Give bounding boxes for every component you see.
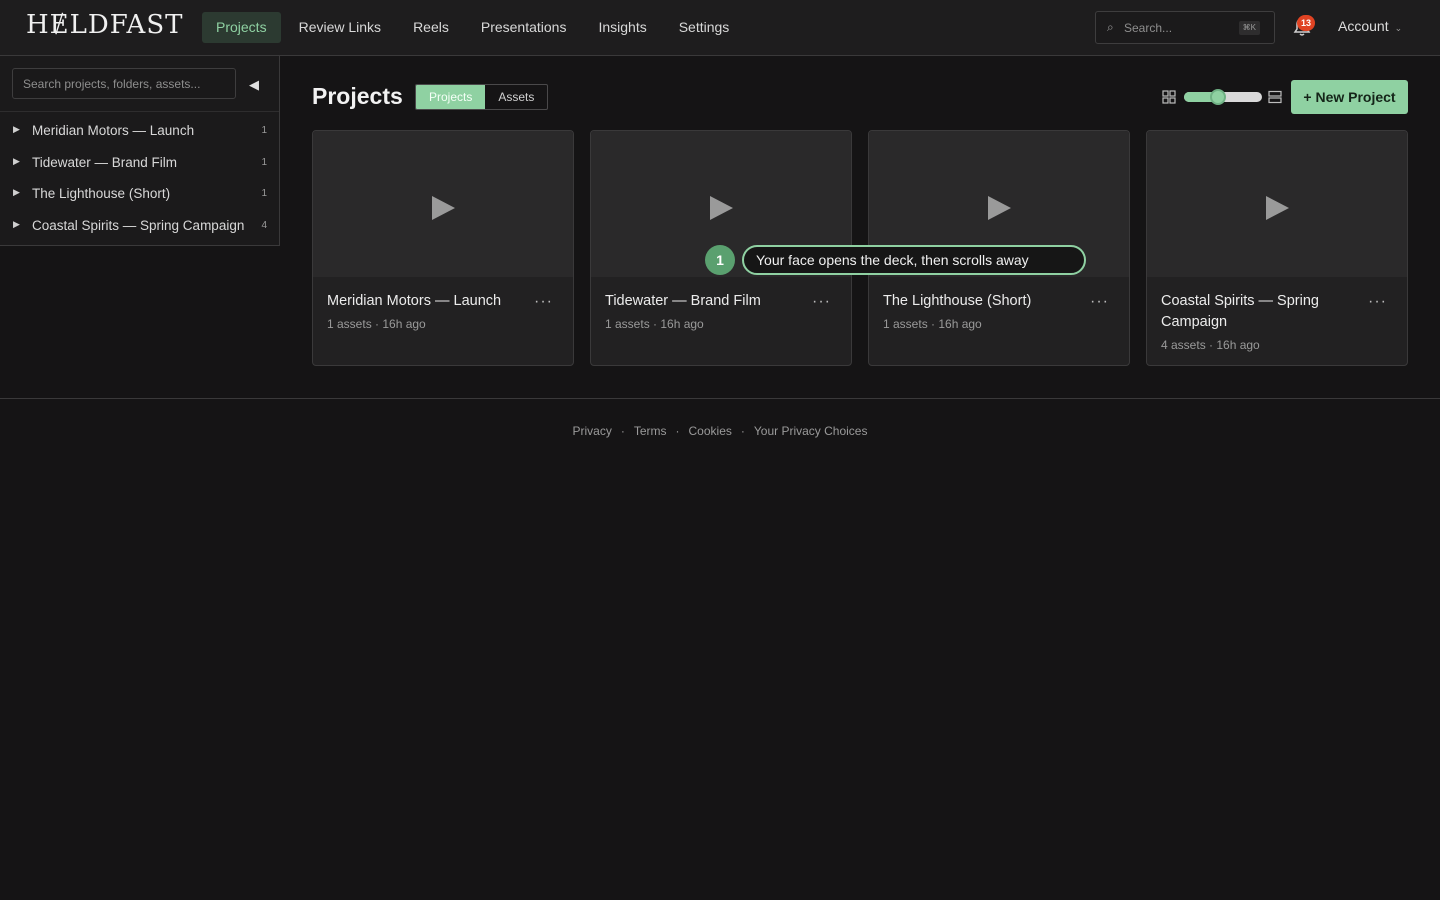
page-title: Projects <box>312 83 403 109</box>
thumbnail-size-slider[interactable] <box>1184 89 1262 105</box>
sidebar: ◀ ▶ Meridian Motors — Launch 1 ▶ Tidewat… <box>0 56 280 246</box>
project-title: Tidewater — Brand Film <box>605 293 761 309</box>
list-view-icon[interactable] <box>1268 90 1282 104</box>
nav-reels[interactable]: Reels <box>399 12 463 43</box>
view-toggle: Projects Assets <box>415 84 549 110</box>
slider-handle[interactable] <box>1210 89 1227 105</box>
main-nav: Projects Review Links Reels Presentation… <box>202 12 743 43</box>
project-title: Meridian Motors — Launch <box>327 293 502 309</box>
project-meta: 1 assets · 16h ago <box>605 317 704 331</box>
global-search-input[interactable] <box>1124 19 1234 37</box>
expand-arrow-icon[interactable]: ▶ <box>13 219 20 230</box>
more-options-icon[interactable]: ··· <box>1090 293 1109 311</box>
separator: · <box>675 424 680 438</box>
play-icon <box>710 196 733 220</box>
tour-hint[interactable]: Your face opens the deck, then scrolls a… <box>742 245 1086 275</box>
cookies-link[interactable]: Cookies <box>689 424 732 438</box>
expand-arrow-icon[interactable]: ▶ <box>13 124 20 135</box>
more-options-icon[interactable]: ··· <box>812 293 831 311</box>
tour-step-badge[interactable]: 1 <box>705 245 735 275</box>
collapse-sidebar-button[interactable]: ◀ <box>249 77 259 93</box>
project-card[interactable]: Meridian Motors — Launch 1 assets · 16h … <box>312 130 574 366</box>
tree-item-count: 1 <box>261 156 267 168</box>
project-meta: 4 assets · 16h ago <box>1161 338 1260 352</box>
nav-review-links[interactable]: Review Links <box>285 12 395 43</box>
search-icon: ⌕ <box>1107 20 1114 34</box>
privacy-choices-link[interactable]: Your Privacy Choices <box>754 424 868 438</box>
project-tree: ▶ Meridian Motors — Launch 1 ▶ Tidewater… <box>0 116 279 243</box>
nav-settings[interactable]: Settings <box>665 12 744 43</box>
chevron-down-icon: ⌄ <box>1394 23 1403 33</box>
global-search[interactable]: ⌕ ⌘K <box>1095 11 1275 44</box>
search-shortcut: ⌘K <box>1238 21 1260 35</box>
separator: · <box>620 424 625 438</box>
more-options-icon[interactable]: ··· <box>534 293 553 311</box>
nav-presentations[interactable]: Presentations <box>467 12 581 43</box>
privacy-link[interactable]: Privacy <box>573 424 612 438</box>
sidebar-search-input[interactable] <box>23 76 223 92</box>
separator: · <box>740 424 745 438</box>
project-title: The Lighthouse (Short) <box>883 293 1032 309</box>
footer-divider <box>0 398 1440 399</box>
tree-item[interactable]: ▶ The Lighthouse (Short) 1 <box>0 179 279 211</box>
tab-assets[interactable]: Assets <box>485 85 547 109</box>
tree-item-count: 1 <box>261 125 267 136</box>
nav-projects[interactable]: Projects <box>202 12 281 43</box>
project-thumbnail[interactable] <box>1147 131 1407 277</box>
tree-item-count: 1 <box>261 188 267 200</box>
play-icon <box>1266 196 1289 220</box>
more-options-icon[interactable]: ··· <box>1368 293 1387 311</box>
grid-view-icon[interactable] <box>1162 90 1176 104</box>
tree-item-label: The Lighthouse (Short) <box>32 186 171 202</box>
project-card[interactable]: Coastal Spirits — Spring Campaign 4 asse… <box>1146 130 1408 366</box>
new-project-button[interactable]: + New Project <box>1291 80 1408 114</box>
tab-projects[interactable]: Projects <box>416 85 486 109</box>
terms-link[interactable]: Terms <box>634 424 667 438</box>
project-title: Coastal Spirits — Spring Campaign <box>1161 293 1319 330</box>
play-icon <box>988 196 1011 220</box>
nav-insights[interactable]: Insights <box>584 12 660 43</box>
sidebar-divider <box>0 111 279 112</box>
tree-item[interactable]: ▶ Tidewater — Brand Film 1 <box>0 148 279 180</box>
logo[interactable]: HɆLDFAST <box>26 10 183 40</box>
tree-item[interactable]: ▶ Coastal Spirits — Spring Campaign 4 <box>0 211 279 243</box>
tree-item-label: Coastal Spirits — Spring Campaign <box>32 218 245 234</box>
tree-item-label: Tidewater — Brand Film <box>32 154 178 170</box>
play-icon <box>432 196 455 220</box>
sidebar-search[interactable] <box>12 68 236 99</box>
project-meta: 1 assets · 16h ago <box>327 317 426 331</box>
expand-arrow-icon[interactable]: ▶ <box>13 156 20 167</box>
project-thumbnail[interactable] <box>313 131 573 277</box>
account-menu[interactable]: Account ⌄ <box>1338 18 1402 34</box>
notification-badge: 13 <box>1297 15 1315 31</box>
tree-item[interactable]: ▶ Meridian Motors — Launch 1 <box>0 116 279 148</box>
project-meta: 1 assets · 16h ago <box>883 317 982 331</box>
expand-arrow-icon[interactable]: ▶ <box>13 187 20 198</box>
tree-item-count: 4 <box>261 220 267 232</box>
tree-item-label: Meridian Motors — Launch <box>32 123 195 138</box>
account-label: Account <box>1338 18 1389 34</box>
top-bar: HɆLDFAST Projects Review Links Reels Pre… <box>0 0 1440 56</box>
footer: Privacy · Terms · Cookies · Your Privacy Choic… <box>0 424 1440 438</box>
